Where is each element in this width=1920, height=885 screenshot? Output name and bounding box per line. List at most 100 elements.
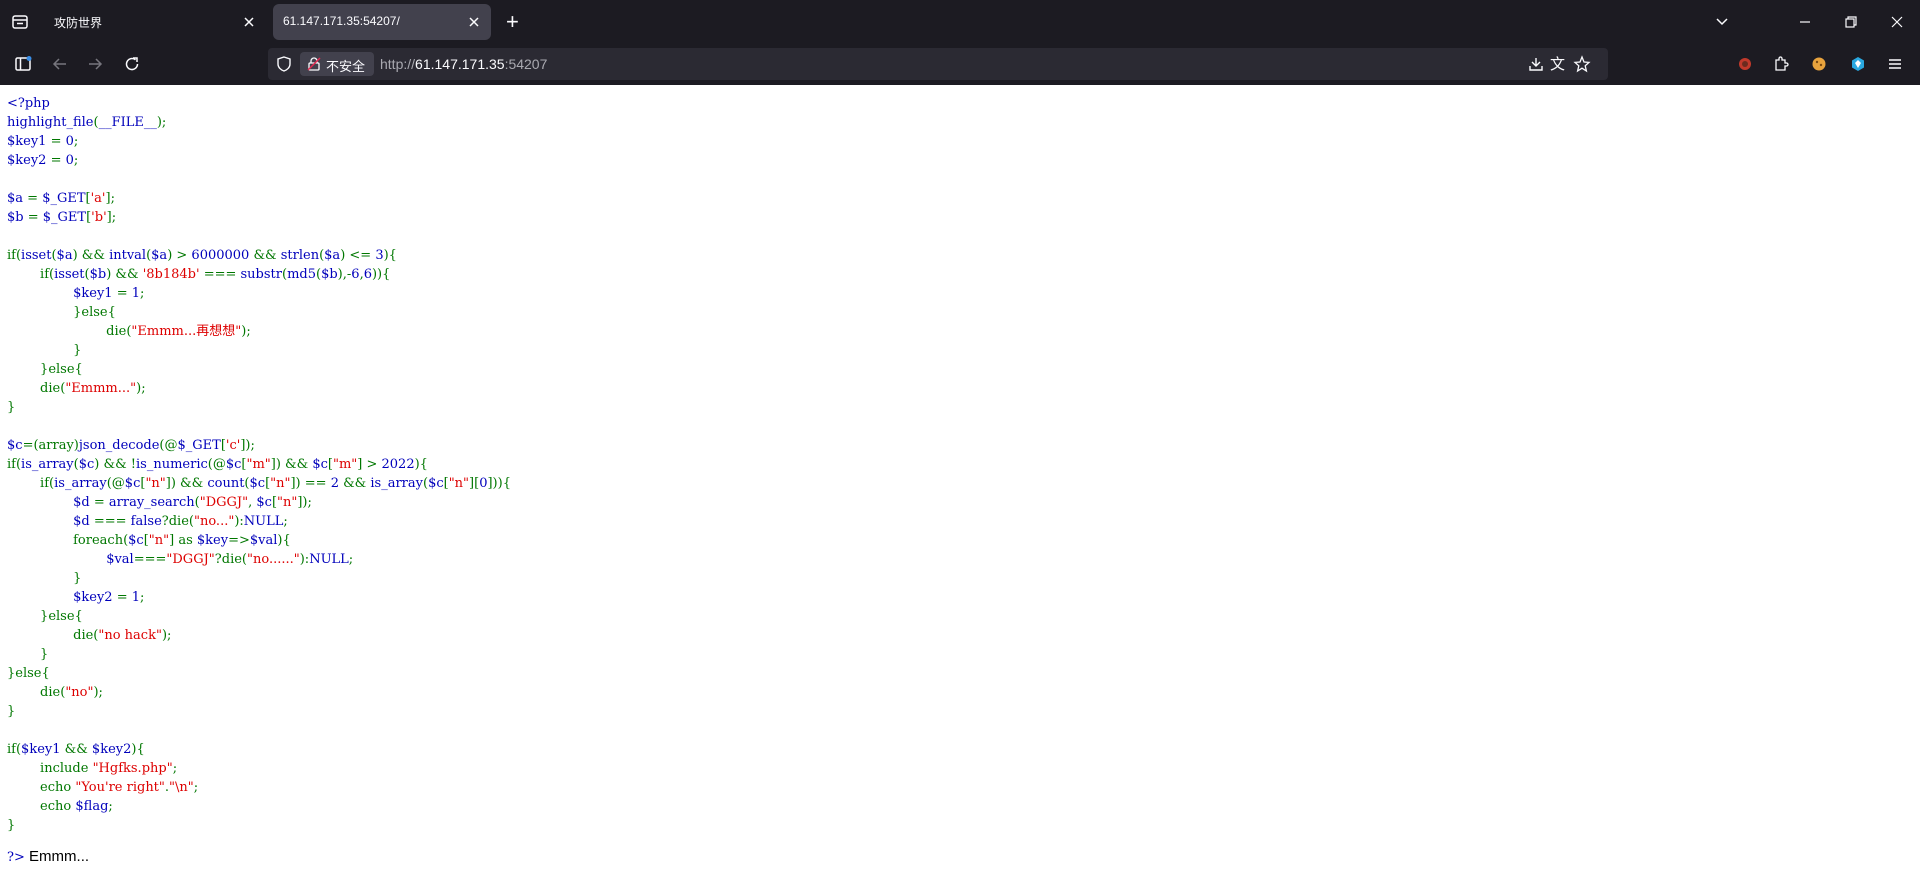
code-token: is_numeric xyxy=(136,457,208,472)
code-token: is_array xyxy=(54,476,107,491)
reload-icon[interactable] xyxy=(123,55,141,78)
code-token: if( xyxy=(7,742,22,757)
code-token: ]; xyxy=(106,210,117,225)
url-text[interactable]: http://61.147.171.35:54207 xyxy=(380,56,547,72)
bookmark-star-icon[interactable] xyxy=(1573,55,1591,78)
extensions-puzzle-icon[interactable] xyxy=(1772,55,1790,78)
code-token: isset xyxy=(54,267,85,282)
code-token: $_GET xyxy=(177,438,221,453)
code-token: $key1 xyxy=(7,134,51,149)
code-token: $c xyxy=(256,495,272,510)
code-line: foreach($c["n"] as $key=>$val){ xyxy=(7,531,511,550)
code-token: $b xyxy=(89,267,107,282)
code-token: ; xyxy=(283,514,288,529)
code-token: $val xyxy=(106,552,134,567)
code-token: ; xyxy=(172,761,178,776)
code-token: "DGGJ" xyxy=(166,552,215,567)
forward-icon[interactable] xyxy=(86,55,104,78)
code-token: } xyxy=(7,818,16,833)
code-token: <?php xyxy=(7,96,50,111)
close-icon[interactable] xyxy=(465,13,483,31)
code-token: $c xyxy=(124,476,141,491)
code-token: array_search xyxy=(108,495,195,510)
code-token: && xyxy=(253,248,281,263)
code-line: $c=(array)json_decode(@$_GET['c']); xyxy=(7,436,511,455)
code-line: $a = $_GET['a']; xyxy=(7,189,511,208)
code-token: } xyxy=(7,571,82,586)
code-token: ?die( xyxy=(214,552,247,567)
code-token: die( xyxy=(7,381,66,396)
code-token: "m" xyxy=(246,457,271,472)
cookie-extension-icon[interactable] xyxy=(1810,55,1828,78)
chevron-down-icon[interactable] xyxy=(1713,13,1731,36)
code-token: = xyxy=(50,153,66,168)
translate-icon[interactable]: 文 xyxy=(1550,53,1565,74)
code-token: $a xyxy=(7,191,28,206)
code-token: $c xyxy=(225,457,242,472)
tab-title: 61.147.171.35:54207/ xyxy=(283,14,400,28)
url-bar[interactable]: 不安全 http://61.147.171.35:54207 文 xyxy=(268,48,1608,80)
shield-icon[interactable] xyxy=(275,55,293,78)
code-line: } xyxy=(7,816,511,835)
code-token: $c xyxy=(312,457,328,472)
code-token: die( xyxy=(7,324,132,339)
url-port: :54207 xyxy=(504,56,548,72)
minimize-icon[interactable] xyxy=(1796,13,1814,36)
code-line: $key2 = 0; xyxy=(7,151,511,170)
code-line: include "Hgfks.php"; xyxy=(7,759,511,778)
code-token: $val xyxy=(249,533,278,548)
code-token: $key2 xyxy=(91,742,132,757)
code-line: <?php xyxy=(7,94,511,113)
code-token: } xyxy=(7,704,16,719)
code-token: $d xyxy=(73,514,94,529)
code-token: ?die( xyxy=(161,514,194,529)
code-token: $c xyxy=(7,438,23,453)
menu-icon[interactable] xyxy=(1886,55,1904,78)
proxy-extension-icon[interactable] xyxy=(1849,55,1867,78)
code-token: ){ xyxy=(131,742,145,757)
close-window-icon[interactable] xyxy=(1888,13,1906,36)
code-line: } xyxy=(7,398,511,417)
code-token: ] as xyxy=(169,533,197,548)
restore-icon[interactable] xyxy=(1842,13,1860,36)
tab-list-icon[interactable] xyxy=(11,13,29,36)
code-token: echo xyxy=(7,799,76,814)
code-token: $key xyxy=(196,533,229,548)
code-token: }else{ xyxy=(7,362,83,377)
code-token: "Hgfks.php" xyxy=(92,761,173,776)
nav-bar: 不安全 http://61.147.171.35:54207 文 xyxy=(0,44,1920,85)
code-token: ]; xyxy=(105,191,115,206)
code-line: }else{ xyxy=(7,664,511,683)
code-token: '8b184b' xyxy=(142,267,204,282)
code-line: }else{ xyxy=(7,607,511,626)
code-token: 'c' xyxy=(225,438,241,453)
php-source-code: <?php highlight_file(__FILE__); $key1 = 0;… xyxy=(7,94,511,835)
close-icon[interactable] xyxy=(240,13,258,31)
code-token: intval xyxy=(109,248,147,263)
code-token: 'b' xyxy=(91,210,107,225)
code-token: ); xyxy=(156,115,167,130)
tab-gongfang[interactable]: 攻防世界 xyxy=(44,4,266,40)
code-token: "n" xyxy=(277,495,298,510)
code-token: ) && ! xyxy=(94,457,137,472)
code-token: "You're right" xyxy=(75,780,165,795)
tab-bar: 攻防世界 61.147.171.35:54207/ + xyxy=(0,0,1920,44)
code-token: && xyxy=(64,742,92,757)
code-token: = xyxy=(93,495,109,510)
code-line: $key1 = 1; xyxy=(7,284,511,303)
save-page-icon[interactable] xyxy=(1527,55,1545,78)
tab-active-page[interactable]: 61.147.171.35:54207/ xyxy=(273,4,491,40)
sidebar-icon[interactable] xyxy=(14,55,32,78)
new-tab-button[interactable]: + xyxy=(506,10,519,34)
code-token: 'a' xyxy=(90,191,106,206)
code-token: } xyxy=(7,343,82,358)
security-badge[interactable]: 不安全 xyxy=(300,52,374,76)
extension-icon[interactable] xyxy=(1736,55,1754,78)
code-token: foreach( xyxy=(7,533,129,548)
page-output: ?> Emmm... xyxy=(7,848,89,865)
back-icon[interactable] xyxy=(51,55,69,78)
